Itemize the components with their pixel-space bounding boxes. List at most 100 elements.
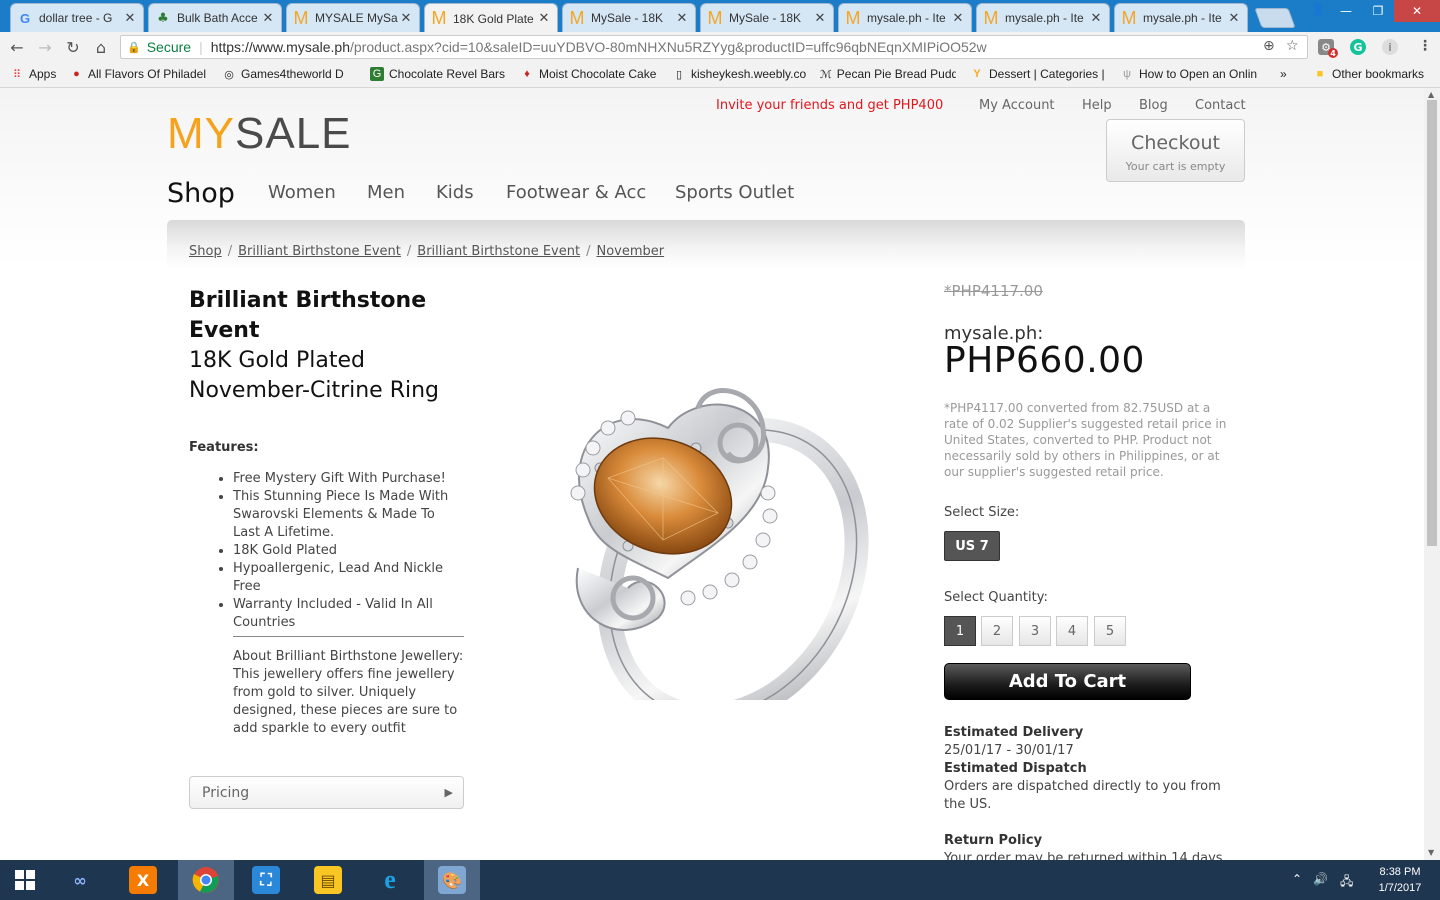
checkout-button[interactable]: Checkout Your cart is empty xyxy=(1106,119,1245,182)
tray-expand-icon[interactable]: ⌃ xyxy=(1292,872,1302,886)
nav-kids[interactable]: Kids xyxy=(436,182,474,203)
close-tab-icon[interactable]: ✕ xyxy=(261,11,275,26)
taskbar-app[interactable]: ⛶ xyxy=(238,860,294,900)
other-bookmarks[interactable]: ■ Other bookmarks xyxy=(1313,67,1424,81)
browser-tab[interactable]: M mysale.ph - Ite ✕ xyxy=(838,3,972,32)
quantity-option-5[interactable]: 5 xyxy=(1094,616,1126,646)
taskbar-app[interactable]: 🎨 xyxy=(424,860,480,900)
system-clock[interactable]: 8:38 PM 1/7/2017 xyxy=(1370,864,1430,896)
breadcrumb-link[interactable]: Brilliant Birthstone Event xyxy=(417,244,580,259)
quantity-option-1[interactable]: 1 xyxy=(944,616,976,646)
bookmark-item[interactable]: ● All Flavors Of Philadel xyxy=(70,67,206,81)
features-heading: Features: xyxy=(189,440,259,455)
nav-women[interactable]: Women xyxy=(268,182,336,203)
breadcrumb-link[interactable]: November xyxy=(596,244,664,259)
bookmark-item[interactable]: ♦ Moist Chocolate Cake xyxy=(520,67,658,81)
new-tab-button[interactable] xyxy=(1254,8,1296,28)
chrome-menu-icon[interactable]: ⋮ xyxy=(1418,38,1432,54)
close-tab-icon[interactable]: ✕ xyxy=(1089,11,1103,26)
scroll-up-icon[interactable]: ▲ xyxy=(1428,90,1434,99)
file-explorer-icon: ▤ xyxy=(314,866,342,894)
forward-arrow-icon[interactable]: → xyxy=(34,36,56,58)
bookmark-item[interactable]: ℳ Pecan Pie Bread Pudd xyxy=(820,67,956,81)
network-icon[interactable]: 🖧 xyxy=(1340,872,1353,893)
reload-icon[interactable]: ↻ xyxy=(62,36,84,58)
browser-tab-active[interactable]: M 18K Gold Plate ✕ xyxy=(424,3,558,33)
close-window-icon[interactable]: ✕ xyxy=(1394,0,1440,22)
close-tab-icon[interactable]: ✕ xyxy=(675,11,689,26)
scrollbar-thumb[interactable] xyxy=(1427,100,1437,546)
browser-tab[interactable]: M mysale.ph - Ite ✕ xyxy=(1114,3,1248,32)
bookmark-item[interactable]: Y Dessert | Categories | xyxy=(970,67,1106,81)
chrome-icon xyxy=(192,867,219,893)
bookmark-item[interactable]: ◎ Games4theworld D xyxy=(222,67,356,81)
start-button[interactable] xyxy=(0,860,50,900)
add-to-cart-button[interactable]: Add To Cart xyxy=(944,663,1191,700)
product-image[interactable] xyxy=(548,318,898,729)
contact-link[interactable]: Contact xyxy=(1195,98,1246,113)
product-title: Brilliant Birthstone Event 18K Gold Plat… xyxy=(189,286,479,406)
size-option-us7[interactable]: US 7 xyxy=(944,531,1000,561)
browser-tab[interactable]: M mysale.ph - Ite ✕ xyxy=(976,3,1110,32)
invite-friends-link[interactable]: Invite your friends and get PHP400 xyxy=(716,98,943,113)
close-tab-icon[interactable]: ✕ xyxy=(951,11,965,26)
breadcrumb-link[interactable]: Brilliant Birthstone Event xyxy=(238,244,401,259)
quantity-option-2[interactable]: 2 xyxy=(981,616,1013,646)
nav-footwear[interactable]: Footwear & Acc xyxy=(506,182,646,203)
nav-sports-outlet[interactable]: Sports Outlet xyxy=(675,182,794,203)
bookmark-item[interactable]: ψ How to Open an Onlin xyxy=(1120,67,1260,81)
close-tab-icon[interactable]: ✕ xyxy=(1227,11,1241,26)
help-link[interactable]: Help xyxy=(1082,98,1112,113)
extension-badge: 4 xyxy=(1328,48,1338,58)
close-tab-icon[interactable]: ✕ xyxy=(123,11,137,26)
quantity-option-4[interactable]: 4 xyxy=(1056,616,1088,646)
taskbar-app[interactable]: X xyxy=(115,860,171,900)
product-brand: Brilliant Birthstone Event xyxy=(189,288,427,343)
extension-icon[interactable]: i xyxy=(1382,39,1398,55)
restore-icon[interactable]: ❐ xyxy=(1362,0,1394,22)
mysale-logo[interactable]: MYSALE xyxy=(167,112,352,156)
pricing-accordion[interactable]: Pricing ▶ xyxy=(189,776,464,809)
grammarly-icon[interactable]: G xyxy=(1350,39,1366,55)
tab-title: 18K Gold Plate xyxy=(453,11,534,26)
web-page: Invite your friends and get PHP400 My Ac… xyxy=(0,88,1424,860)
nav-men[interactable]: Men xyxy=(367,182,405,203)
taskbar-app[interactable]: ∞ xyxy=(52,860,108,900)
bookmark-item[interactable]: ▯ kisheykesh.weebly.co xyxy=(672,67,808,81)
breadcrumb-link[interactable]: Shop xyxy=(189,244,222,259)
browser-tab[interactable]: G dollar tree - G ✕ xyxy=(10,3,144,32)
bookmark-star-icon[interactable]: ☆ xyxy=(1286,38,1299,54)
taskbar-app-chrome[interactable] xyxy=(178,860,234,900)
bookmark-favicon-icon: ψ xyxy=(1123,68,1131,80)
taskbar-app[interactable]: e xyxy=(362,860,418,900)
close-tab-icon[interactable]: ✕ xyxy=(813,11,827,26)
quantity-option-3[interactable]: 3 xyxy=(1019,616,1051,646)
page-scrollbar[interactable]: ▲ ▼ xyxy=(1424,88,1440,860)
apps-grid-icon: ⠿ xyxy=(12,68,22,81)
scroll-down-icon[interactable]: ▼ xyxy=(1428,848,1434,857)
bookmarks-overflow-button[interactable]: » xyxy=(1280,67,1287,81)
feature-item: Warranty Included - Valid In All Countri… xyxy=(233,596,465,632)
volume-icon[interactable]: 🔊 xyxy=(1313,872,1328,886)
my-account-link[interactable]: My Account xyxy=(979,98,1055,113)
taskbar-app[interactable]: ▤ xyxy=(300,860,356,900)
nav-shop[interactable]: Shop xyxy=(167,178,235,209)
bookmark-item[interactable]: G Chocolate Revel Bars xyxy=(370,67,506,81)
zoom-icon[interactable]: ⊕ xyxy=(1263,38,1275,54)
bookmark-apps[interactable]: ⠿ Apps xyxy=(10,67,56,81)
back-arrow-icon[interactable]: ← xyxy=(6,36,28,58)
browser-tab[interactable]: M MySale - 18K ✕ xyxy=(562,3,696,32)
browser-tab[interactable]: M MySale - 18K ✕ xyxy=(700,3,834,32)
mysale-icon: M xyxy=(431,8,447,28)
browser-tab[interactable]: ♣ Bulk Bath Acce ✕ xyxy=(148,3,282,32)
home-icon[interactable]: ⌂ xyxy=(90,36,112,58)
blog-link[interactable]: Blog xyxy=(1139,98,1168,113)
close-tab-icon[interactable]: ✕ xyxy=(537,11,551,26)
browser-tab[interactable]: M MYSALE MySa ✕ xyxy=(286,3,420,32)
user-profile-icon[interactable]: 👤 xyxy=(1306,0,1330,18)
mysale-icon: M xyxy=(845,7,861,28)
bookmark-favicon-icon: ● xyxy=(73,68,80,80)
address-bar[interactable]: 🔒 Secure | https://www.mysale.ph/product… xyxy=(120,35,1308,59)
close-tab-icon[interactable]: ✕ xyxy=(399,11,413,26)
minimize-icon[interactable]: — xyxy=(1330,0,1362,22)
